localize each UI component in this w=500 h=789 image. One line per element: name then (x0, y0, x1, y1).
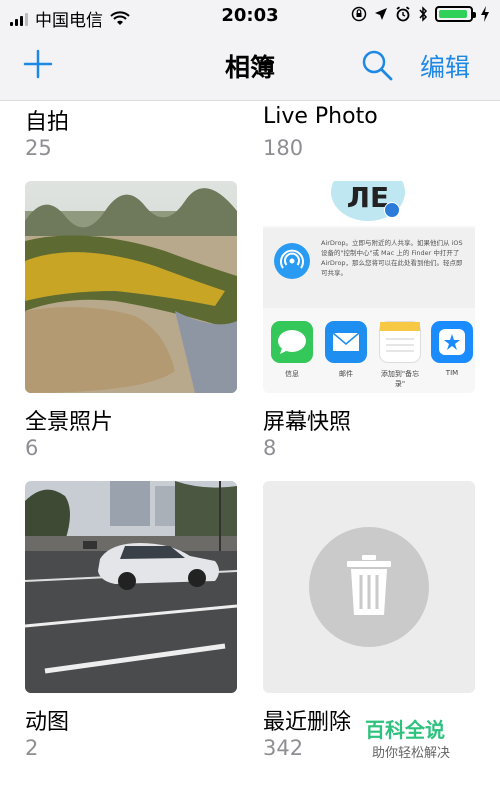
share-label-mail: 邮件 (339, 370, 353, 378)
location-icon (375, 8, 387, 20)
share-label-messages: 信息 (285, 370, 299, 378)
status-right (351, 6, 490, 22)
album-thumb-animated[interactable] (25, 481, 237, 693)
charging-icon (481, 6, 489, 22)
tim-icon[interactable] (431, 321, 473, 363)
album-name-recently-deleted[interactable]: 最近删除 (263, 704, 351, 736)
nav-bar: 相簿 编辑 (0, 34, 500, 101)
watermark-title: 百科全说 (365, 718, 445, 742)
messages-icon[interactable] (271, 321, 313, 363)
panorama-photo (25, 181, 237, 393)
watermark-subtitle: 助你轻松解决 (372, 746, 451, 761)
trash-circle (309, 527, 429, 647)
album-count-selfies: 25 (25, 136, 52, 160)
orientation-lock-icon (351, 6, 367, 22)
battery-icon (435, 6, 476, 22)
mail-icon[interactable] (325, 321, 367, 363)
share-label-tim: TIM (445, 369, 459, 377)
share-label-notes: 添加到"备忘录" (380, 370, 420, 388)
share-apps-row: 信息 邮件 添加到"备忘录" TIM (263, 309, 475, 393)
status-bar: 中国电信 20:03 (0, 0, 500, 34)
edit-button[interactable]: 编辑 (420, 48, 470, 84)
album-name-selfies[interactable]: 自拍 (25, 104, 69, 136)
notes-icon[interactable] (379, 321, 421, 363)
animated-photo (25, 481, 237, 693)
alarm-icon (396, 6, 410, 22)
album-count-recently-deleted: 342 (263, 736, 304, 760)
album-count-animated: 2 (25, 736, 39, 760)
album-name-live-photo[interactable]: Live Photo (263, 104, 378, 129)
album-count-screenshots: 8 (263, 436, 277, 460)
album-count-panoramas: 6 (25, 436, 39, 460)
airdrop-section: AirDrop。立即与附近的人共享。如果他们从 iOS 设备的"控制中心"或 M… (263, 228, 475, 308)
search-icon[interactable] (360, 48, 394, 82)
bluetooth-icon (419, 6, 428, 22)
trash-icon (347, 555, 391, 615)
album-count-live-photo: 180 (263, 136, 304, 160)
album-name-animated[interactable]: 动图 (25, 704, 69, 736)
album-thumb-recently-deleted[interactable] (263, 481, 475, 693)
airdrop-icon (274, 243, 310, 279)
verified-badge-icon (384, 202, 400, 218)
album-thumb-panoramas[interactable] (25, 181, 237, 393)
screenshot-header: ЛЕ (263, 181, 475, 226)
album-thumb-screenshots[interactable]: ЛЕ AirDrop。立即与附近的人共享。如果他们从 iOS 设备的"控制中心"… (263, 181, 475, 393)
album-name-screenshots[interactable]: 屏幕快照 (263, 404, 351, 436)
airdrop-description: AirDrop。立即与附近的人共享。如果他们从 iOS 设备的"控制中心"或 M… (321, 239, 463, 277)
album-name-panoramas[interactable]: 全景照片 (25, 404, 113, 436)
